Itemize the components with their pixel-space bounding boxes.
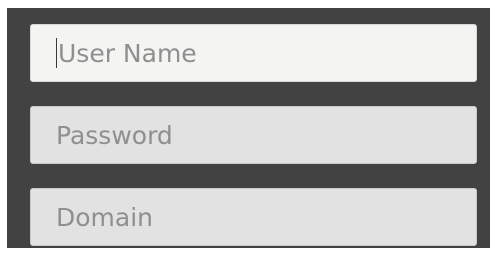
password-field[interactable]: Password	[30, 106, 477, 164]
domain-field[interactable]: Domain	[30, 188, 477, 246]
username-field[interactable]: User Name	[30, 24, 477, 82]
login-panel: User Name Password Domain	[7, 8, 490, 248]
username-placeholder: User Name	[58, 39, 197, 68]
domain-placeholder: Domain	[56, 203, 154, 232]
text-cursor	[56, 38, 57, 68]
password-placeholder: Password	[56, 121, 173, 150]
